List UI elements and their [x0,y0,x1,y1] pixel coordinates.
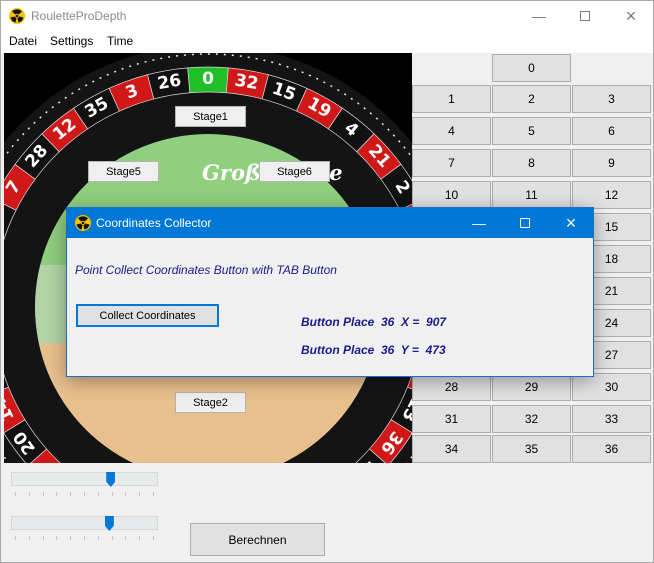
slider-tick [125,536,127,540]
dialog-instruction: Point Collect Coordinates Button with TA… [75,263,337,277]
number-button-34[interactable]: 34 [412,435,491,463]
number-button-8[interactable]: 8 [492,149,571,177]
minimize-button[interactable]: — [516,1,562,31]
slider-tick [125,492,127,496]
slider-1[interactable] [11,472,158,502]
number-button-35[interactable]: 35 [492,435,571,463]
number-button-30[interactable]: 30 [572,373,651,401]
calculate-button[interactable]: Berechnen [190,523,325,556]
number-button-5[interactable]: 5 [492,117,571,145]
slider-2[interactable] [11,516,158,546]
slider-tick [42,492,44,496]
slider-track [11,472,158,486]
number-button-7[interactable]: 7 [412,149,491,177]
menu-settings[interactable]: Settings [50,34,93,48]
number-button-9[interactable]: 9 [572,149,651,177]
number-button-11[interactable]: 11 [492,181,571,209]
stage5-button[interactable]: Stage5 [88,161,159,182]
slider-tick [84,536,85,540]
wheel-pocket-label: 26 [156,70,183,94]
stage1-button[interactable]: Stage1 [175,106,246,127]
x-coordinate-label: Button Place 36 X = 907 [301,315,447,329]
number-button-31[interactable]: 31 [412,405,491,433]
collect-coordinates-button[interactable]: Collect Coordinates [76,304,219,327]
slider-tick [15,536,16,540]
slider-tick [70,536,72,540]
dialog-title-bar[interactable]: Coordinates Collector — × [67,208,593,238]
number-button-0[interactable]: 0 [492,54,571,82]
slider-tick [42,536,44,540]
slider-tick [28,492,30,496]
maximize-button[interactable] [562,1,608,31]
dialog-minimize-button[interactable]: — [456,208,502,238]
slider-tick [84,492,85,496]
menu-time[interactable]: Time [107,34,133,48]
slider-tick [153,536,154,540]
slider-tick [56,536,58,540]
slider-tick [139,492,141,496]
maximize-icon [520,218,530,228]
number-button-1[interactable]: 1 [412,85,491,113]
menu-datei[interactable]: Datei [9,34,37,48]
slider-tick [70,492,72,496]
radiation-icon [9,8,25,24]
number-button-33[interactable]: 33 [572,405,651,433]
slider-tick [56,492,58,496]
title-bar[interactable]: RouletteProDepth — × [1,1,653,31]
number-button-28[interactable]: 28 [412,373,491,401]
slider-tick [111,492,113,496]
minimize-icon: — [472,215,486,231]
dialog-maximize-button[interactable] [502,208,548,238]
close-button[interactable]: × [608,1,654,31]
radiation-icon [75,215,91,231]
close-icon: × [565,212,577,233]
stage6-button[interactable]: Stage6 [259,161,330,182]
slider-tick [97,536,99,540]
slider-tick [139,536,141,540]
dialog-title: Coordinates Collector [96,216,212,230]
number-button-4[interactable]: 4 [412,117,491,145]
slider-tick [15,492,16,496]
number-button-36[interactable]: 36 [572,435,651,463]
maximize-icon [580,11,590,21]
stage2-button[interactable]: Stage2 [175,392,246,413]
slider-tick [97,492,99,496]
dialog-close-button[interactable]: × [548,208,594,238]
y-coordinate-label: Button Place 36 Y = 473 [301,343,446,357]
slider-tick [153,492,154,496]
menu-bar: Datei Settings Time [1,31,653,53]
close-icon: × [625,5,637,26]
minimize-icon: — [532,8,546,24]
window-title: RouletteProDepth [31,9,127,23]
number-button-2[interactable]: 2 [492,85,571,113]
number-button-10[interactable]: 10 [412,181,491,209]
number-button-3[interactable]: 3 [572,85,651,113]
number-button-29[interactable]: 29 [492,373,571,401]
wheel-pocket-label: 32 [233,70,260,94]
coordinates-collector-dialog: Coordinates Collector — × Point Collect … [66,207,594,377]
number-button-12[interactable]: 12 [572,181,651,209]
slider-tick [111,536,113,540]
wheel-pocket-label: 0 [202,69,214,89]
number-button-6[interactable]: 6 [572,117,651,145]
slider-tick [28,536,30,540]
number-button-32[interactable]: 32 [492,405,571,433]
slider-track [11,516,158,530]
